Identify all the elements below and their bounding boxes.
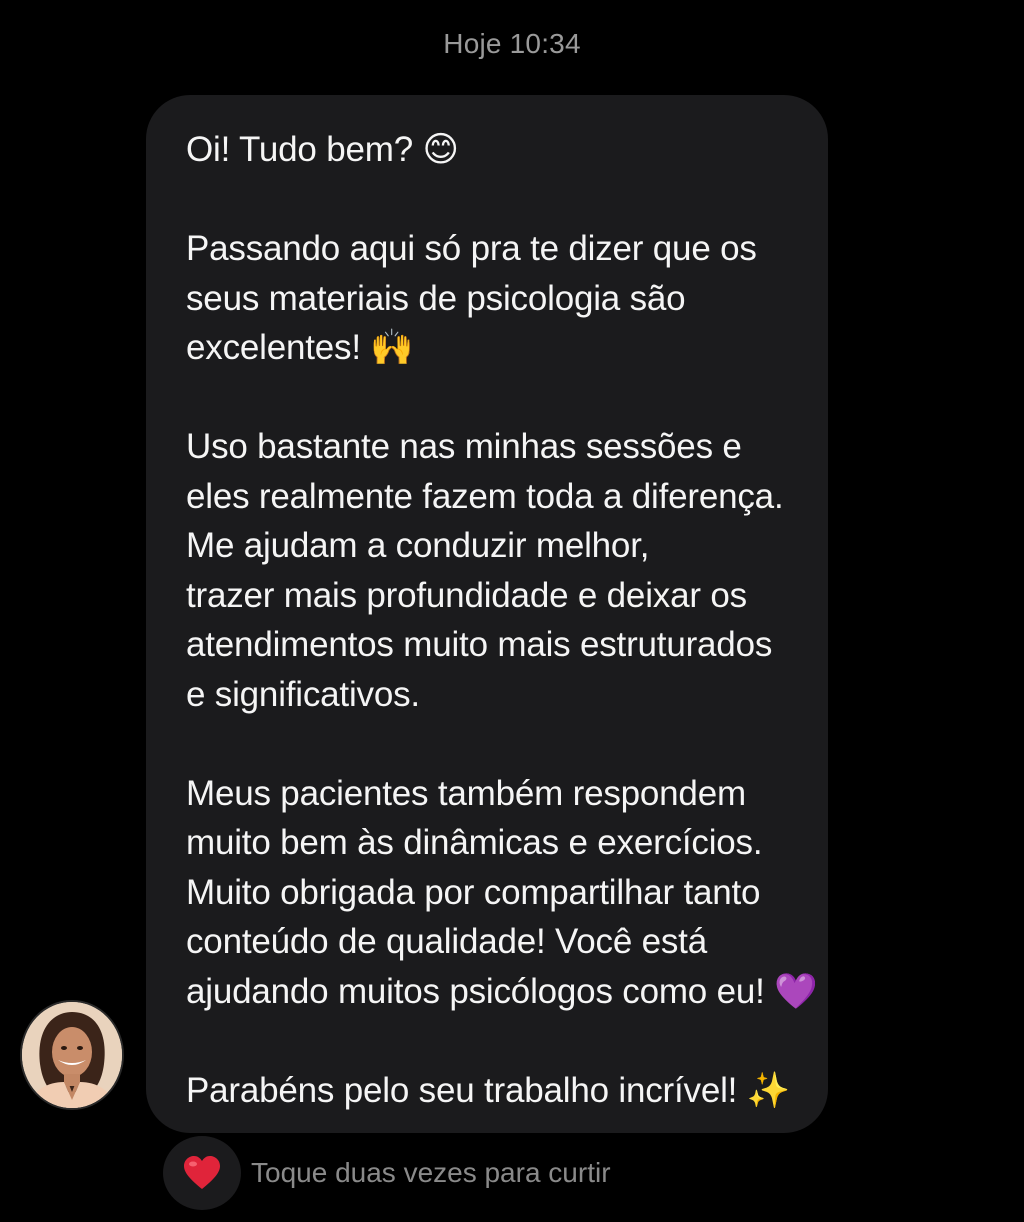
message-line: Meus pacientes também respondem: [186, 773, 746, 813]
sender-avatar[interactable]: [20, 1000, 124, 1110]
message-line: atendimentos muito mais estruturados: [186, 625, 773, 664]
like-hint: Toque duas vezes para curtir: [251, 1157, 611, 1188]
message-line: e significativos.: [186, 674, 420, 714]
message-line: excelentes! 🙌: [186, 328, 414, 367]
message-line: eles realmente fazem toda a diferença.: [186, 476, 784, 516]
message-bubble[interactable]: Oi! Tudo bem? 😊 Passando aqui só pra te …: [146, 95, 828, 1133]
message-closing: Parabéns pelo seu trabalho incrível! ✨: [186, 1070, 791, 1110]
message-line: Muito obrigada por compartilhar tanto: [186, 872, 761, 912]
message-line: muito bem às dinâmicas e exercícios.: [186, 823, 763, 862]
message-line: Passando aqui só pra te dizer que os: [186, 229, 757, 268]
message-line: seus materiais de psicologia são: [186, 278, 686, 318]
heart-icon: [184, 1156, 220, 1189]
message-line: conteúdo de qualidade! Você está: [186, 922, 707, 961]
avatar-photo: [22, 1002, 122, 1108]
message-paragraph-1: Passando aqui só pra te dizer que os seu…: [186, 224, 828, 373]
message-line: trazer mais profundidade e deixar os: [186, 575, 747, 615]
like-button[interactable]: [163, 1136, 241, 1210]
message-timestamp: Hoje 10:34: [443, 28, 581, 59]
reaction-bar: Toque duas vezes para curtir: [163, 1136, 611, 1210]
message-line: Uso bastante nas minhas sessões e: [186, 427, 742, 466]
message-paragraph-3: Meus pacientes também respondem muito be…: [186, 769, 828, 1017]
message-paragraph-2: Uso bastante nas minhas sessões e eles r…: [186, 422, 828, 719]
message-line: Me ajudam a conduzir melhor,: [186, 526, 650, 565]
message-line: ajudando muitos psicólogos como eu! 💜: [186, 971, 818, 1011]
message-greeting: Oi! Tudo bem? 😊: [186, 130, 459, 169]
